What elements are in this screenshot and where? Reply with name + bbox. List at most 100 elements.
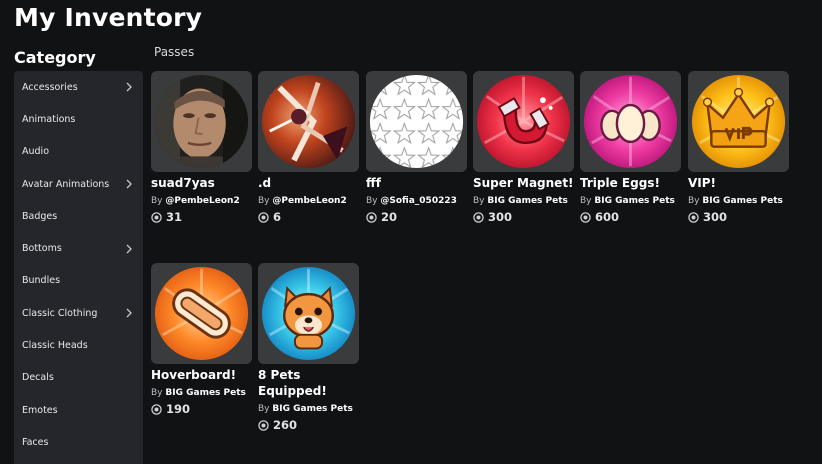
robux-icon xyxy=(258,211,269,223)
page-title: My Inventory xyxy=(14,3,203,32)
chevron-right-icon xyxy=(123,307,135,319)
dog-pet-icon xyxy=(261,266,356,361)
item-name[interactable]: Hoverboard! xyxy=(151,367,253,383)
item-creator: By @Sofia_050223 xyxy=(366,196,457,206)
sidebar-item-label: Audio xyxy=(22,146,50,158)
price-value: 300 xyxy=(488,210,513,224)
item-name[interactable]: fff xyxy=(366,175,468,191)
item-price: 600 xyxy=(580,210,682,224)
creator-name[interactable]: BIG Games Pets xyxy=(702,196,783,206)
sidebar-item-label: Emotes xyxy=(22,404,58,416)
item-creator: By BIG Games Pets xyxy=(580,196,675,206)
item-card[interactable]: 8 Pets Equipped! By BIG Games Pets 260 xyxy=(258,263,360,432)
creator-name[interactable]: BIG Games Pets xyxy=(272,404,353,414)
sidebar-item-bundles[interactable]: Bundles xyxy=(14,265,143,297)
item-thumbnail[interactable] xyxy=(473,71,574,172)
robux-icon xyxy=(151,211,162,223)
chevron-right-icon xyxy=(123,81,135,93)
sidebar-item-bottoms[interactable]: Bottoms xyxy=(14,232,143,264)
sidebar-item-label: Avatar Animations xyxy=(22,178,110,190)
creator-name[interactable]: BIG Games Pets xyxy=(165,388,246,398)
item-thumbnail[interactable] xyxy=(580,71,681,172)
item-thumbnail[interactable] xyxy=(151,263,252,364)
item-price: 300 xyxy=(688,210,790,224)
eggs-icon xyxy=(583,74,678,169)
creator-name[interactable]: @Sofia_050223 xyxy=(380,196,456,206)
item-price: 260 xyxy=(258,418,360,432)
sidebar-item-animations[interactable]: Animations xyxy=(14,103,143,135)
item-name[interactable]: .d xyxy=(258,175,360,191)
item-card[interactable]: .d By @PembeLeon2 6 xyxy=(258,71,360,224)
hoverboard-icon xyxy=(154,266,249,361)
sidebar-item-badges[interactable]: Badges xyxy=(14,200,143,232)
item-price: 31 xyxy=(151,210,253,224)
sidebar-item-classic-clothing[interactable]: Classic Clothing xyxy=(14,297,143,329)
sidebar-item-classic-heads[interactable]: Classic Heads xyxy=(14,329,143,361)
robux-icon xyxy=(473,211,484,223)
price-value: 31 xyxy=(166,210,183,224)
robux-icon xyxy=(366,211,377,223)
item-card[interactable]: suad7yas By @PembeLeon2 31 xyxy=(151,71,253,224)
face-photo-icon xyxy=(154,74,249,169)
sidebar-item-faces[interactable]: Faces xyxy=(14,426,143,458)
sidebar-item-label: Faces xyxy=(22,436,49,448)
price-value: 6 xyxy=(273,210,282,224)
robux-icon xyxy=(688,211,699,223)
item-card[interactable]: Triple Eggs! By BIG Games Pets 600 xyxy=(580,71,682,224)
sidebar-item-label: Classic Heads xyxy=(22,340,88,352)
sidebar-item-label: Bundles xyxy=(22,275,61,287)
sidebar-item-label: Bottoms xyxy=(22,243,62,255)
price-value: 300 xyxy=(703,210,728,224)
creator-name[interactable]: BIG Games Pets xyxy=(487,196,568,206)
sidebar-item-label: Animations xyxy=(22,113,76,125)
magnet-icon xyxy=(476,74,571,169)
item-name[interactable]: VIP! xyxy=(688,175,790,191)
star-pattern-icon xyxy=(369,74,464,169)
category-title: Category xyxy=(14,48,96,67)
sidebar-item-label: Accessories xyxy=(22,81,78,93)
item-creator: By @PembeLeon2 xyxy=(258,196,347,206)
robux-icon xyxy=(580,211,591,223)
item-price: 300 xyxy=(473,210,575,224)
item-creator: By BIG Games Pets xyxy=(688,196,783,206)
item-thumbnail[interactable] xyxy=(151,71,252,172)
price-value: 190 xyxy=(166,402,191,416)
item-card[interactable]: Hoverboard! By BIG Games Pets 190 xyxy=(151,263,253,416)
item-card[interactable]: VIP! By BIG Games Pets 300 xyxy=(688,71,790,224)
item-thumbnail[interactable] xyxy=(366,71,467,172)
item-card[interactable]: fff By @Sofia_050223 20 xyxy=(366,71,468,224)
sidebar-item-label: Classic Clothing xyxy=(22,307,98,319)
item-thumbnail[interactable] xyxy=(688,71,789,172)
section-label-passes: Passes xyxy=(154,45,195,59)
chevron-right-icon xyxy=(123,178,135,190)
sidebar-item-avatar-animations[interactable]: Avatar Animations xyxy=(14,168,143,200)
sidebar-item-emotes[interactable]: Emotes xyxy=(14,394,143,426)
vip-crown-icon xyxy=(691,74,786,169)
item-name[interactable]: Triple Eggs! xyxy=(580,175,682,191)
price-value: 20 xyxy=(381,210,398,224)
item-creator: By @PembeLeon2 xyxy=(151,196,240,206)
chevron-right-icon xyxy=(123,243,135,255)
creator-name[interactable]: @PembeLeon2 xyxy=(272,196,346,206)
creator-name[interactable]: BIG Games Pets xyxy=(594,196,675,206)
item-card[interactable]: Super Magnet! By BIG Games Pets 300 xyxy=(473,71,575,224)
item-price: 190 xyxy=(151,402,253,416)
item-price: 6 xyxy=(258,210,360,224)
price-value: 600 xyxy=(595,210,620,224)
category-sidebar: Accessories Animations Audio Avatar Anim… xyxy=(14,71,143,464)
sidebar-item-accessories[interactable]: Accessories xyxy=(14,71,143,103)
item-thumbnail[interactable] xyxy=(258,71,359,172)
item-name[interactable]: suad7yas xyxy=(151,175,253,191)
item-creator: By BIG Games Pets xyxy=(258,404,353,414)
item-thumbnail[interactable] xyxy=(258,263,359,364)
item-name[interactable]: 8 Pets Equipped! xyxy=(258,367,360,399)
sidebar-item-decals[interactable]: Decals xyxy=(14,362,143,394)
item-price: 20 xyxy=(366,210,468,224)
sidebar-item-label: Decals xyxy=(22,372,54,384)
sidebar-item-audio[interactable]: Audio xyxy=(14,136,143,168)
creator-name[interactable]: @PembeLeon2 xyxy=(165,196,239,206)
robux-icon xyxy=(258,419,269,431)
item-name[interactable]: Super Magnet! xyxy=(473,175,575,191)
sidebar-item-label: Badges xyxy=(22,210,58,222)
robux-icon xyxy=(151,403,162,415)
